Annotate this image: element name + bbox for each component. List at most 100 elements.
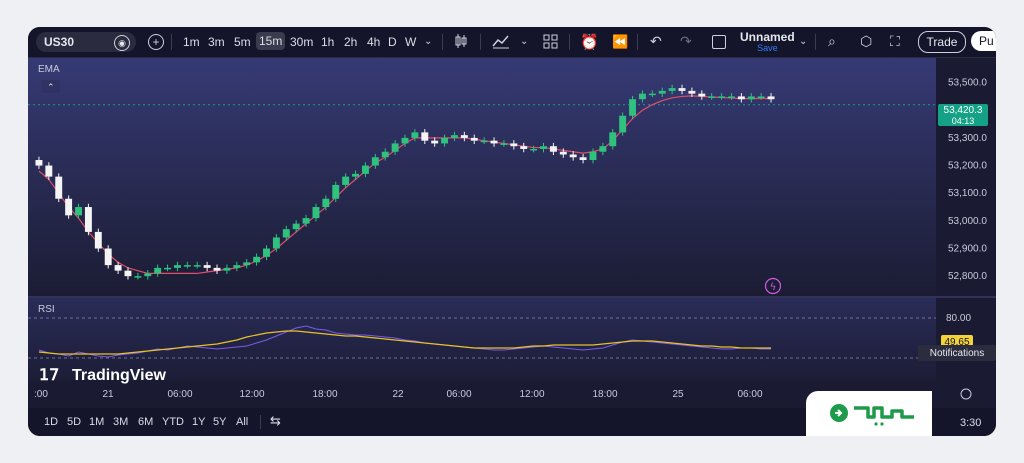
- candle-body: [599, 146, 607, 152]
- chevron-down-icon[interactable]: ⌄: [424, 36, 432, 47]
- candle-body: [460, 135, 468, 138]
- toolbar-divider: [569, 34, 570, 50]
- chart-area[interactable]: EMA ⌃ RSI 53,500.053,400.053,300.053,200…: [28, 58, 996, 408]
- candle-body: [75, 207, 82, 216]
- candle-body: [757, 96, 765, 98]
- toolbar-divider: [171, 34, 172, 50]
- clock-readout: 3:30: [960, 417, 982, 429]
- candle-body: [401, 137, 409, 144]
- candle-body: [441, 137, 449, 144]
- candle-body: [609, 132, 617, 147]
- candle-body: [421, 132, 429, 141]
- main-pane-bg: [28, 58, 936, 296]
- range-ytd[interactable]: YTD: [162, 416, 184, 428]
- templates-icon[interactable]: [543, 34, 558, 49]
- timeframe-1h[interactable]: 1h: [321, 35, 334, 49]
- toolbar-divider: [442, 34, 443, 50]
- plus-icon[interactable]: +: [148, 34, 164, 50]
- goto-date-icon[interactable]: ⇆: [270, 413, 281, 429]
- timeframe-5m[interactable]: 5m: [234, 35, 251, 49]
- fullscreen-icon[interactable]: ⛶: [890, 33, 900, 50]
- timeframe-15m[interactable]: 15m: [256, 32, 286, 50]
- candle-body: [718, 96, 726, 98]
- search-icon[interactable]: ⌕: [828, 33, 836, 50]
- alert-icon[interactable]: ⏰: [580, 33, 599, 51]
- candle-body: [638, 93, 646, 100]
- layout-name[interactable]: Unnamed Save: [740, 30, 795, 53]
- candle-body: [391, 143, 399, 152]
- time-tick-label: 12:00: [519, 389, 544, 400]
- candle-body: [263, 248, 270, 257]
- candle-body: [361, 165, 369, 174]
- chart-window: US30 ◉ + 1m 3m 5m 15m 30m 1h 2h 4h D W ⌄…: [28, 27, 996, 436]
- chevron-down-icon[interactable]: ⌄: [520, 36, 528, 47]
- candle-body: [243, 262, 251, 266]
- timeframe-4h[interactable]: 4h: [367, 35, 380, 49]
- candle-body: [352, 173, 359, 177]
- candle-body: [381, 151, 389, 158]
- timeframe-2h[interactable]: 2h: [344, 35, 357, 49]
- replay-icon[interactable]: ⏪: [612, 34, 628, 50]
- tv-logo-icon: 𝟣𝟩: [39, 367, 59, 384]
- price-tick-label: 53,200.0: [948, 161, 987, 172]
- candle-body: [213, 267, 221, 271]
- candle-body: [282, 229, 290, 238]
- symbol-label: US30: [44, 35, 75, 49]
- time-tick-label: 18:00: [592, 389, 617, 400]
- candle-body: [431, 140, 439, 144]
- timeframe-1m[interactable]: 1m: [183, 35, 200, 49]
- publish-button[interactable]: Pu: [971, 31, 996, 51]
- timeframe-30m[interactable]: 30m: [290, 35, 313, 49]
- range-divider: [260, 415, 261, 429]
- timeframe-w[interactable]: W: [405, 35, 416, 49]
- candle-body: [629, 99, 637, 116]
- time-tick-label: 18:00: [312, 389, 337, 400]
- redo-icon[interactable]: ↷: [680, 33, 692, 50]
- candle-body: [55, 176, 63, 199]
- candle-body: [490, 140, 498, 144]
- range-6m[interactable]: 6M: [138, 416, 153, 428]
- candle-body: [84, 207, 92, 232]
- notifications-tooltip: Notifications: [918, 345, 996, 361]
- time-tick-label: 06:00: [737, 389, 762, 400]
- timeframe-3m[interactable]: 3m: [208, 35, 225, 49]
- settings-icon[interactable]: ⬡: [860, 33, 872, 50]
- candle-body: [688, 90, 696, 94]
- candle-body: [144, 273, 152, 277]
- candle-body: [520, 146, 528, 149]
- timeframe-d[interactable]: D: [388, 35, 397, 49]
- indicators-icon[interactable]: [492, 33, 510, 49]
- symbol-search[interactable]: US30 ◉: [36, 32, 136, 52]
- candle-body: [747, 96, 755, 100]
- range-5y[interactable]: 5Y: [213, 416, 226, 428]
- range-1y[interactable]: 1Y: [192, 416, 205, 428]
- candle-body: [124, 270, 132, 277]
- candle-body: [223, 267, 231, 271]
- candle-body: [451, 135, 458, 138]
- candle-body: [164, 267, 172, 270]
- toolbar-divider: [815, 34, 816, 50]
- layout-icon[interactable]: [712, 35, 726, 49]
- range-3m[interactable]: 3M: [113, 416, 128, 428]
- range-1m[interactable]: 1M: [89, 416, 104, 428]
- candle-body: [668, 88, 676, 91]
- undo-icon[interactable]: ↶: [650, 33, 662, 50]
- eye-icon[interactable]: ◉: [114, 35, 130, 51]
- candle-body: [470, 137, 478, 141]
- candle-body: [480, 140, 488, 143]
- range-1d[interactable]: 1D: [44, 416, 58, 428]
- trade-button[interactable]: Trade: [918, 31, 966, 53]
- range-5d[interactable]: 5D: [67, 416, 81, 428]
- range-all[interactable]: All: [236, 416, 248, 428]
- candle-body: [579, 157, 587, 161]
- time-tick-label: 21: [102, 389, 114, 400]
- price-tick-label: 52,800.0: [948, 271, 987, 282]
- candles-icon[interactable]: [454, 33, 468, 49]
- candle-body: [698, 93, 706, 97]
- bar-countdown: 04:13: [952, 116, 975, 126]
- toolbar-divider: [480, 34, 481, 50]
- candle-body: [767, 96, 775, 100]
- chevron-down-icon[interactable]: ⌄: [799, 36, 807, 47]
- price-tick-label: 53,100.0: [948, 188, 987, 199]
- price-tick-label: 53,500.0: [948, 78, 987, 89]
